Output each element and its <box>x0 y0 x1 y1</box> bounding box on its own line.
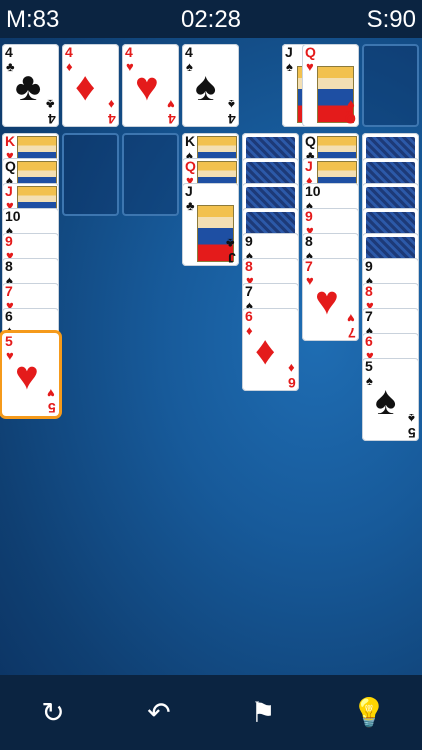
card-rank: Q <box>185 158 196 174</box>
card-suit-bottom-icon: ♠ <box>408 411 415 426</box>
lightbulb-icon: 💡 <box>351 697 387 728</box>
card-suit-icon: ♦ <box>66 59 73 74</box>
card-rank: 5 <box>365 358 373 374</box>
card-suit-bottom-icon: ♣ <box>226 236 235 251</box>
refresh-icon: ↻ <box>41 697 65 728</box>
card-center-suit-icon: ♠ <box>375 379 397 423</box>
card-suit-bottom-icon: ♥ <box>167 97 175 112</box>
foundation-card[interactable]: 4 ♣ ♣ 4 ♣ <box>2 44 59 127</box>
card-center-suit-icon: ♥ <box>315 279 339 323</box>
card-rank-bottom: Q <box>345 111 356 127</box>
card-rank: 7 <box>305 258 313 274</box>
undo-icon: ↶ <box>147 697 171 728</box>
status-bar: M:83 02:28 S:90 <box>0 0 422 38</box>
card-rank: 7 <box>5 283 13 299</box>
card-rank-bottom: 6 <box>288 375 296 391</box>
free-cell-card[interactable]: Q ♥ Q ♥ <box>302 44 359 127</box>
card-suit-bottom-icon: ♣ <box>46 97 55 112</box>
card-suit-icon: ♦ <box>246 323 253 338</box>
card-rank-bottom: 5 <box>408 425 416 441</box>
card-rank: 4 <box>65 44 73 60</box>
card-rank: 6 <box>5 308 13 324</box>
foundation-card[interactable]: 4 ♥ ♥ 4 ♥ <box>122 44 179 127</box>
card-rank-bottom: 7 <box>348 325 356 341</box>
undo-button[interactable]: ↶ <box>141 695 177 731</box>
card-rank: K <box>5 133 16 149</box>
card-rank: 5 <box>5 333 13 349</box>
card-suit-icon: ♠ <box>286 59 293 74</box>
card-rank: 9 <box>5 233 13 249</box>
card-center-suit-icon: ♦ <box>75 65 96 109</box>
card-suit-bottom-icon: ♦ <box>108 97 115 112</box>
foundation-card[interactable]: 4 ♦ ♦ 4 ♦ <box>62 44 119 127</box>
card-rank: 4 <box>125 44 133 60</box>
flag-button[interactable]: ⚑ <box>245 695 281 731</box>
card-rank-bottom: 4 <box>168 111 176 127</box>
card-rank-bottom: 5 <box>48 400 56 416</box>
card-rank: 8 <box>305 233 313 249</box>
tableau-card[interactable]: J ♣ J ♣ <box>182 183 239 266</box>
empty-tableau-slot[interactable] <box>62 133 119 216</box>
hint-button[interactable]: 💡 <box>351 695 387 731</box>
tableau-card[interactable]: 6 ♦ ♦ 6 ♦ <box>242 308 299 391</box>
card-suit-bottom-icon: ♦ <box>288 361 295 376</box>
card-center-suit-icon: ♠ <box>195 65 217 109</box>
card-rank: Q <box>305 133 316 149</box>
empty-free-cell[interactable] <box>362 44 419 127</box>
card-rank: 6 <box>245 308 253 324</box>
card-suit-icon: ♣ <box>6 59 15 74</box>
card-rank: J <box>185 183 193 199</box>
card-suit-icon: ♥ <box>306 273 314 288</box>
tableau-card[interactable]: 5 ♥ ♥ 5 ♥ <box>2 333 59 416</box>
card-rank: 7 <box>365 308 373 324</box>
card-suit-bottom-icon: ♥ <box>47 386 55 401</box>
card-suit-icon: ♠ <box>186 59 193 74</box>
card-rank: K <box>185 133 196 149</box>
card-suit-icon: ♠ <box>366 373 373 388</box>
card-center-suit-icon: ♣ <box>15 65 42 109</box>
empty-tableau-slot[interactable] <box>122 133 179 216</box>
card-rank: 8 <box>5 258 13 274</box>
card-suit-icon: ♥ <box>6 348 14 363</box>
bottom-toolbar: ↻ ↶ ⚑ 💡 <box>0 675 422 750</box>
card-rank: 8 <box>245 258 253 274</box>
restart-button[interactable]: ↻ <box>35 695 71 731</box>
card-center-suit-icon: ♥ <box>15 354 39 398</box>
card-rank: 10 <box>5 208 21 224</box>
card-rank-bottom: J <box>228 250 236 266</box>
card-rank: 4 <box>5 44 13 60</box>
card-center-suit-icon: ♥ <box>135 65 159 109</box>
card-rank: 8 <box>365 283 373 299</box>
card-center-suit-icon: ♦ <box>255 329 276 373</box>
card-rank: 7 <box>245 283 253 299</box>
card-suit-icon: ♣ <box>186 198 195 213</box>
game-timer: 02:28 <box>180 6 242 33</box>
card-rank: J <box>305 158 313 174</box>
tableau-card[interactable]: 7 ♥ ♥ 7 ♥ <box>302 258 359 341</box>
card-rank: 9 <box>305 208 313 224</box>
score-counter: S:90 <box>366 6 416 33</box>
card-rank: 9 <box>245 233 253 249</box>
card-rank: Q <box>5 158 16 174</box>
card-rank: J <box>5 183 13 199</box>
flag-icon: ⚑ <box>250 697 276 728</box>
card-suit-bottom-icon: ♥ <box>347 97 355 112</box>
card-rank: J <box>285 44 293 60</box>
card-suit-icon: ♥ <box>126 59 134 74</box>
card-suit-icon: ♥ <box>306 59 314 74</box>
card-suit-bottom-icon: ♥ <box>347 311 355 326</box>
card-rank-bottom: 4 <box>48 111 56 127</box>
card-rank: 6 <box>365 333 373 349</box>
tableau-card[interactable]: 5 ♠ ♠ 5 ♠ <box>362 358 419 441</box>
card-rank-bottom: 4 <box>108 111 116 127</box>
card-rank: Q <box>305 44 316 60</box>
card-rank: 9 <box>365 258 373 274</box>
card-suit-bottom-icon: ♠ <box>228 97 235 112</box>
card-rank: 10 <box>305 183 321 199</box>
card-rank: 4 <box>185 44 193 60</box>
card-rank-bottom: 4 <box>228 111 236 127</box>
foundation-card[interactable]: 4 ♠ ♠ 4 ♠ <box>182 44 239 127</box>
